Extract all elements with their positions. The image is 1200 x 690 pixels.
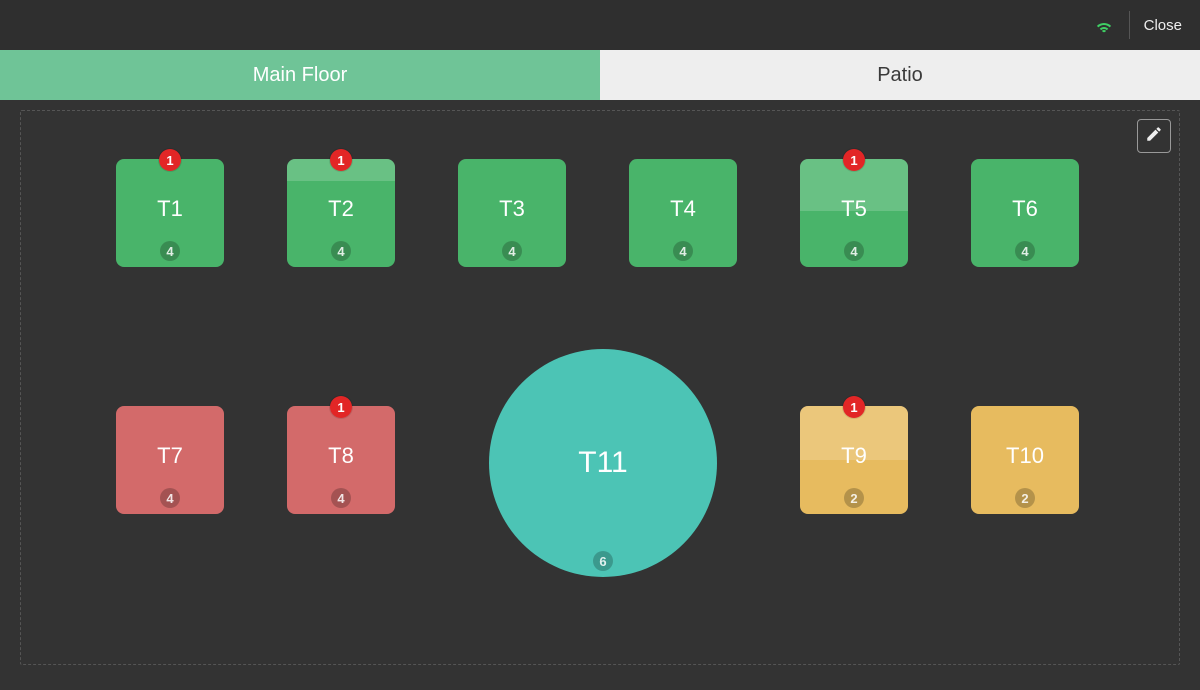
table-seats: 6 bbox=[593, 551, 613, 571]
table-t9[interactable]: T921 bbox=[800, 406, 908, 514]
table-notification-badge: 1 bbox=[843, 396, 865, 418]
table-t3[interactable]: T3 4 bbox=[458, 159, 566, 267]
table-label: T1 bbox=[157, 196, 183, 222]
table-label: T6 bbox=[1012, 196, 1038, 222]
table-label: T9 bbox=[841, 443, 867, 469]
floor-plan: T1 4 1 T2 4 1 T3 4 T4 4 T5 4 1 T6 4 T7 4 T8 4 1 T9 2 1 T10 2 T11 6 bbox=[20, 110, 1180, 665]
table-label: T8 bbox=[328, 443, 354, 469]
table-seats: 4 bbox=[502, 241, 522, 261]
divider bbox=[1129, 11, 1130, 39]
table-seats: 4 bbox=[1015, 241, 1035, 261]
table-t10[interactable]: T10 2 bbox=[971, 406, 1079, 514]
table-seats: 4 bbox=[331, 241, 351, 261]
top-bar: Close bbox=[0, 0, 1200, 50]
table-seats: 4 bbox=[160, 488, 180, 508]
wifi-icon bbox=[1093, 17, 1115, 33]
table-t4[interactable]: T4 4 bbox=[629, 159, 737, 267]
table-label: T10 bbox=[1006, 443, 1044, 469]
close-button[interactable]: Close bbox=[1144, 17, 1182, 34]
table-seats: 4 bbox=[331, 488, 351, 508]
table-t6[interactable]: T6 4 bbox=[971, 159, 1079, 267]
table-seats: 4 bbox=[160, 241, 180, 261]
table-label: T2 bbox=[328, 196, 354, 222]
table-t11[interactable]: T11 6 bbox=[489, 349, 717, 577]
table-notification-badge: 1 bbox=[843, 149, 865, 171]
table-label: T4 bbox=[670, 196, 696, 222]
table-seats: 2 bbox=[844, 488, 864, 508]
table-label: T11 bbox=[578, 446, 627, 480]
table-notification-badge: 1 bbox=[330, 149, 352, 171]
tab-main-floor[interactable]: Main Floor bbox=[0, 50, 600, 100]
table-t5[interactable]: T541 bbox=[800, 159, 908, 267]
table-t1[interactable]: T141 bbox=[116, 159, 224, 267]
table-label: T7 bbox=[157, 443, 183, 469]
floor-tabs: Main Floor Patio bbox=[0, 50, 1200, 100]
table-t7[interactable]: T7 4 bbox=[116, 406, 224, 514]
table-seats: 4 bbox=[673, 241, 693, 261]
table-label: T3 bbox=[499, 196, 525, 222]
tab-patio[interactable]: Patio bbox=[600, 50, 1200, 100]
table-seats: 2 bbox=[1015, 488, 1035, 508]
table-label: T5 bbox=[841, 196, 867, 222]
table-t2[interactable]: T241 bbox=[287, 159, 395, 267]
table-t8[interactable]: T841 bbox=[287, 406, 395, 514]
table-notification-badge: 1 bbox=[330, 396, 352, 418]
pencil-icon bbox=[1145, 125, 1163, 148]
floor-wrap: T1 4 1 T2 4 1 T3 4 T4 4 T5 4 1 T6 4 T7 4 T8 4 1 T9 2 1 T10 2 T11 6 bbox=[0, 100, 1200, 690]
table-notification-badge: 1 bbox=[159, 149, 181, 171]
edit-floor-button[interactable] bbox=[1137, 119, 1171, 153]
table-seats: 4 bbox=[844, 241, 864, 261]
